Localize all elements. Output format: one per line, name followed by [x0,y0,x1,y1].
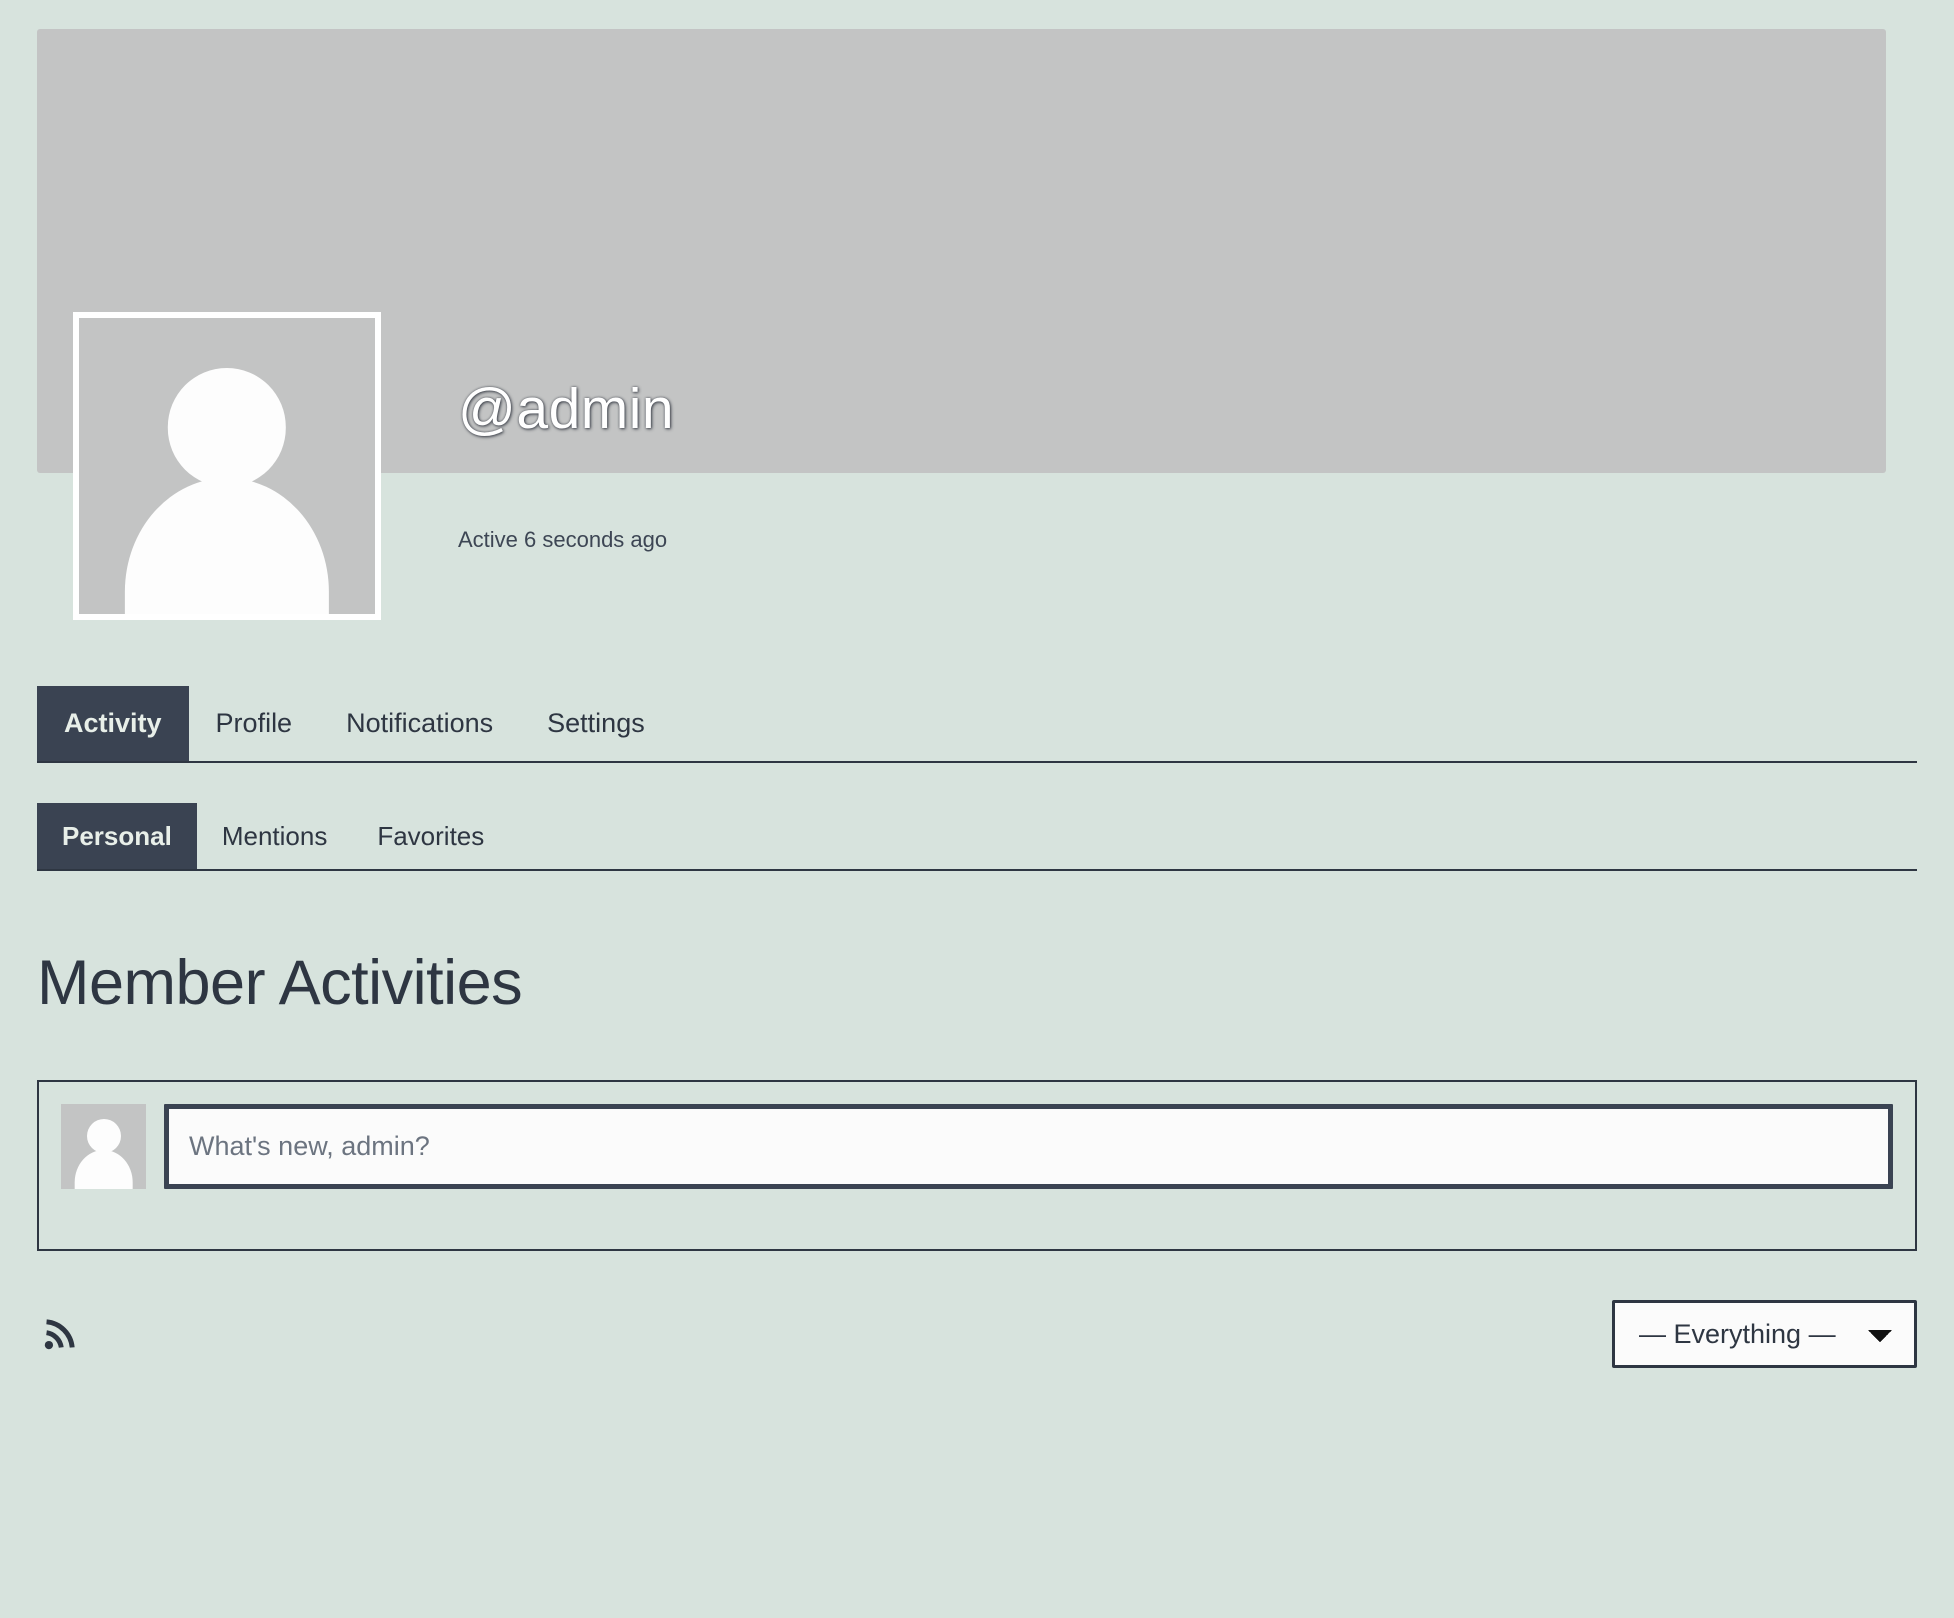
avatar-placeholder-icon [79,318,375,614]
member-handle: @admin [458,377,675,441]
subtab-mentions[interactable]: Mentions [197,803,353,869]
rss-feed-link[interactable] [37,1311,83,1357]
member-last-active: Active 6 seconds ago [458,527,668,552]
activity-section: Member Activities — Everything — [0,948,1954,1377]
avatar-head-shape [86,1118,121,1153]
activity-filter-select[interactable]: — Everything — [1612,1300,1917,1369]
activity-subnav: Personal Mentions Favorites [37,803,1917,871]
rss-icon [44,1319,75,1350]
secondary-nav-wrap: Personal Mentions Favorites [0,803,1954,871]
page-title: Member Activities [37,948,523,1018]
post-form-avatar-icon [61,1104,146,1190]
avatar-body-shape [124,477,330,614]
member-name-block: @admin [458,377,675,441]
subtab-favorites[interactable]: Favorites [352,803,509,869]
member-header: @admin Active 6 seconds ago [0,0,1954,700]
activity-footer: — Everything — [37,1291,1917,1377]
avatar-head-shape [167,368,287,487]
subtab-personal[interactable]: Personal [37,803,197,869]
whats-new-form [37,1080,1917,1252]
whats-new-input[interactable] [164,1104,1893,1190]
avatar-body-shape [74,1150,133,1190]
member-avatar[interactable] [73,312,381,620]
